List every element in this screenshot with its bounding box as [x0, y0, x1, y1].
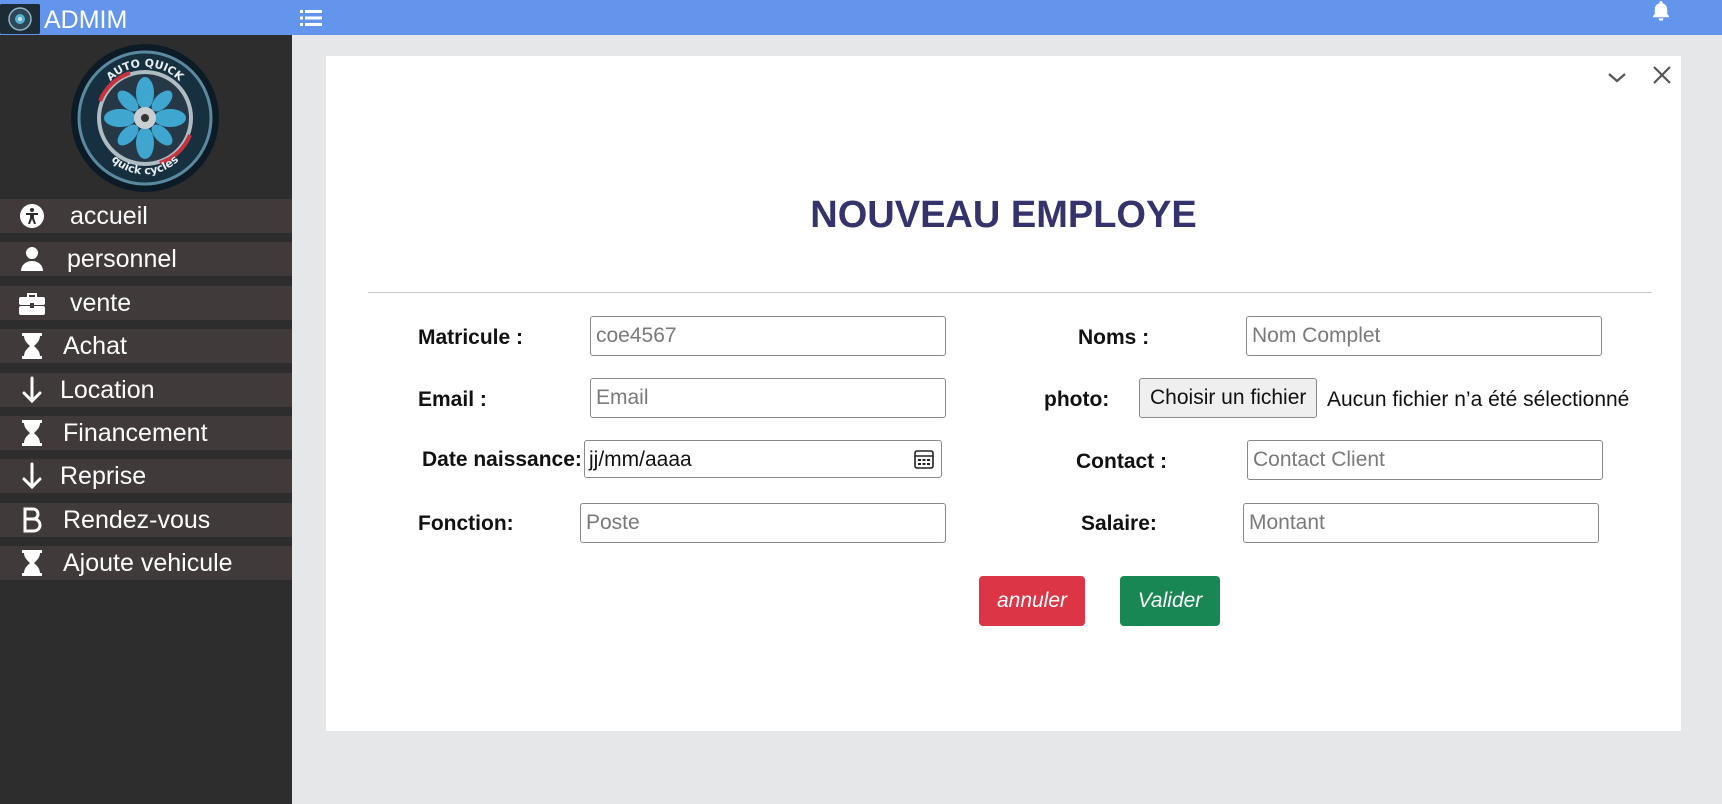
sidebar-item-label: Achat: [63, 332, 127, 361]
sidebar-item-label: personnel: [67, 245, 177, 274]
user-icon: [18, 245, 46, 273]
sidebar-item-label: Location: [60, 375, 155, 404]
bitcoin-b-icon: [18, 506, 46, 534]
sidebar-item-label: Reprise: [60, 462, 147, 491]
noms-input[interactable]: [1246, 316, 1602, 356]
sidebar-item-ajoute-vehicule[interactable]: Ajoute vehicule: [0, 546, 292, 581]
new-employee-card: NOUVEAU EMPLOYE Matricule : Noms : Email…: [326, 56, 1681, 731]
sidebar-item-personnel[interactable]: personnel: [0, 242, 292, 277]
contact-label: Contact :: [1076, 450, 1167, 473]
sidebar-item-label: Rendez-vous: [63, 505, 211, 534]
app-logo: [0, 4, 40, 34]
sidebar-item-rendez-vous[interactable]: Rendez-vous: [0, 502, 292, 537]
sidebar-item-achat[interactable]: Achat: [0, 329, 292, 364]
contact-input[interactable]: [1247, 440, 1603, 480]
email-label: Email :: [418, 388, 487, 411]
divider: [368, 292, 1652, 293]
bell-icon[interactable]: [1650, 0, 1672, 22]
matricule-label: Matricule :: [418, 326, 524, 349]
sidebar-item-label: Ajoute vehicule: [63, 549, 233, 578]
sidebar-item-label: accueil: [70, 202, 148, 230]
noms-label: Noms :: [1078, 326, 1150, 349]
sidebar-item-vente[interactable]: vente: [0, 285, 292, 320]
chevron-down-icon[interactable]: [1606, 68, 1628, 86]
arrow-down-icon: [18, 376, 46, 404]
fonction-label: Fonction:: [418, 512, 514, 535]
salaire-input[interactable]: [1243, 503, 1599, 543]
top-bar: ADMIM: [0, 0, 1722, 35]
sidebar: AUTO QUICK quick cycles accueil personne…: [0, 35, 292, 804]
menu-list-icon[interactable]: [300, 9, 322, 27]
sidebar-item-location[interactable]: Location: [0, 372, 292, 407]
calendar-icon[interactable]: [913, 448, 935, 470]
choose-file-button[interactable]: Choisir un fichier: [1139, 378, 1318, 418]
sidebar-nav: accueil personnel vente Achat Location F…: [0, 199, 292, 590]
brand-name: ADMIM: [44, 6, 128, 34]
hourglass-icon: [18, 549, 46, 577]
sidebar-item-accueil[interactable]: accueil: [0, 199, 292, 233]
birthdate-label: Date naissance:: [422, 448, 582, 471]
cancel-button[interactable]: annuler: [979, 576, 1085, 626]
sidebar-item-financement[interactable]: Financement: [0, 415, 292, 450]
email-input[interactable]: [590, 378, 946, 418]
fonction-input[interactable]: [580, 503, 946, 543]
close-icon[interactable]: [1651, 64, 1673, 86]
arrow-down-icon: [18, 462, 46, 490]
hourglass-icon: [18, 332, 46, 360]
salaire-label: Salaire:: [1081, 512, 1157, 535]
birthdate-input[interactable]: jj/mm/aaaa: [584, 440, 942, 478]
sidebar-item-reprise[interactable]: Reprise: [0, 459, 292, 494]
sidebar-item-label: Financement: [63, 418, 208, 447]
briefcase-icon: [18, 289, 46, 317]
birthdate-value: jj/mm/aaaa: [589, 448, 692, 471]
matricule-input[interactable]: [590, 316, 946, 356]
sidebar-item-label: vente: [70, 288, 132, 317]
form-title: NOUVEAU EMPLOYE: [810, 194, 1197, 236]
company-logo: AUTO QUICK quick cycles: [70, 43, 220, 193]
photo-label: photo:: [1044, 388, 1110, 411]
accessibility-icon: [18, 202, 46, 230]
file-status-text: Aucun fichier n’a été sélectionné: [1327, 388, 1630, 411]
hourglass-icon: [18, 419, 46, 447]
submit-button[interactable]: Valider: [1120, 576, 1220, 626]
